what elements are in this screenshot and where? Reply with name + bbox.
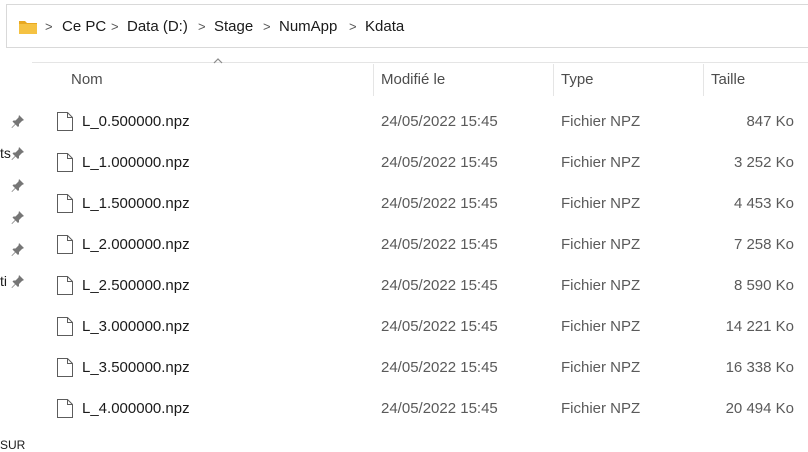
file-icon [57, 153, 73, 172]
column-header-size[interactable]: Taille [711, 71, 745, 88]
file-icon [57, 194, 73, 213]
file-name[interactable]: L_3.500000.npz [82, 359, 190, 376]
file-row[interactable]: L_1.000000.npz 24/05/2022 15:45 Fichier NP… [32, 142, 808, 183]
file-modified: 24/05/2022 15:45 [381, 236, 498, 253]
file-row[interactable]: L_4.000000.npz 24/05/2022 15:45 Fichier NP… [32, 388, 808, 429]
file-size: 8 590 Ko [733, 277, 794, 294]
breadcrumb-chevron[interactable]: > [198, 19, 206, 34]
pin-icon[interactable] [11, 210, 25, 224]
file-row[interactable]: L_0.500000.npz 24/05/2022 15:45 Fichier NP… [32, 101, 808, 142]
file-type: Fichier NPZ [561, 277, 641, 294]
file-type: Fichier NPZ [561, 154, 641, 171]
file-modified: 24/05/2022 15:45 [381, 318, 498, 335]
pin-icon[interactable] [11, 242, 25, 256]
file-modified: 24/05/2022 15:45 [381, 277, 498, 294]
file-type: Fichier NPZ [561, 400, 641, 417]
file-size: 14 221 Ko [725, 318, 794, 335]
file-icon [57, 317, 73, 336]
breadcrumb-chevron[interactable]: > [45, 19, 53, 34]
breadcrumb-numapp[interactable]: NumApp [279, 18, 337, 35]
file-name[interactable]: L_3.000000.npz [82, 318, 190, 335]
folder-icon [19, 21, 37, 34]
file-name[interactable]: L_0.500000.npz [82, 113, 190, 130]
file-size: 7 258 Ko [733, 236, 794, 253]
sort-ascending-icon [213, 58, 223, 64]
breadcrumb-chevron[interactable]: > [263, 19, 271, 34]
file-icon [57, 399, 73, 418]
pin-icon[interactable] [11, 178, 25, 192]
breadcrumb-chevron[interactable]: > [349, 19, 357, 34]
breadcrumb-kdata[interactable]: Kdata [365, 18, 404, 35]
file-name[interactable]: L_2.000000.npz [82, 236, 190, 253]
file-size: 4 453 Ko [733, 195, 794, 212]
column-divider[interactable] [373, 64, 374, 96]
file-name[interactable]: L_4.000000.npz [82, 400, 190, 417]
pin-icon[interactable] [11, 146, 25, 160]
column-header-modified[interactable]: Modifié le [381, 71, 445, 88]
nav-item-fragment[interactable]: SUR [0, 438, 25, 452]
nav-item-fragment[interactable]: ti [0, 273, 7, 289]
file-modified: 24/05/2022 15:45 [381, 195, 498, 212]
file-name[interactable]: L_1.500000.npz [82, 195, 190, 212]
column-divider[interactable] [703, 64, 704, 96]
file-row[interactable]: L_2.000000.npz 24/05/2022 15:45 Fichier NP… [32, 224, 808, 265]
file-modified: 24/05/2022 15:45 [381, 359, 498, 376]
file-icon [57, 276, 73, 295]
file-icon [57, 358, 73, 377]
file-type: Fichier NPZ [561, 318, 641, 335]
nav-item-fragment[interactable]: ts [0, 145, 11, 161]
file-row[interactable]: L_1.500000.npz 24/05/2022 15:45 Fichier NP… [32, 183, 808, 224]
address-bar[interactable]: > Ce PC > Data (D:) > Stage > NumApp > K… [6, 4, 808, 48]
breadcrumb-chevron[interactable]: > [111, 19, 119, 34]
file-type: Fichier NPZ [561, 359, 641, 376]
file-name[interactable]: L_2.500000.npz [82, 277, 190, 294]
file-size: 20 494 Ko [725, 400, 794, 417]
breadcrumb-stage[interactable]: Stage [214, 18, 253, 35]
file-size: 847 Ko [746, 113, 794, 130]
navigation-pane: ts ti [0, 62, 32, 448]
column-divider[interactable] [553, 64, 554, 96]
file-row[interactable]: L_3.000000.npz 24/05/2022 15:45 Fichier NP… [32, 306, 808, 347]
file-row[interactable]: L_2.500000.npz 24/05/2022 15:45 Fichier NP… [32, 265, 808, 306]
file-icon [57, 112, 73, 131]
file-modified: 24/05/2022 15:45 [381, 400, 498, 417]
column-header-name[interactable]: Nom [71, 71, 103, 88]
column-header-type[interactable]: Type [561, 71, 594, 88]
file-size: 3 252 Ko [733, 154, 794, 171]
file-name[interactable]: L_1.000000.npz [82, 154, 190, 171]
file-modified: 24/05/2022 15:45 [381, 154, 498, 171]
file-type: Fichier NPZ [561, 195, 641, 212]
breadcrumb-ce-pc[interactable]: Ce PC [62, 18, 106, 35]
file-row[interactable]: L_3.500000.npz 24/05/2022 15:45 Fichier NP… [32, 347, 808, 388]
file-icon [57, 235, 73, 254]
file-type: Fichier NPZ [561, 113, 641, 130]
file-type: Fichier NPZ [561, 236, 641, 253]
file-size: 16 338 Ko [725, 359, 794, 376]
pin-icon[interactable] [11, 114, 25, 128]
file-modified: 24/05/2022 15:45 [381, 113, 498, 130]
breadcrumb-data-d[interactable]: Data (D:) [127, 18, 188, 35]
pin-icon[interactable] [11, 274, 25, 288]
